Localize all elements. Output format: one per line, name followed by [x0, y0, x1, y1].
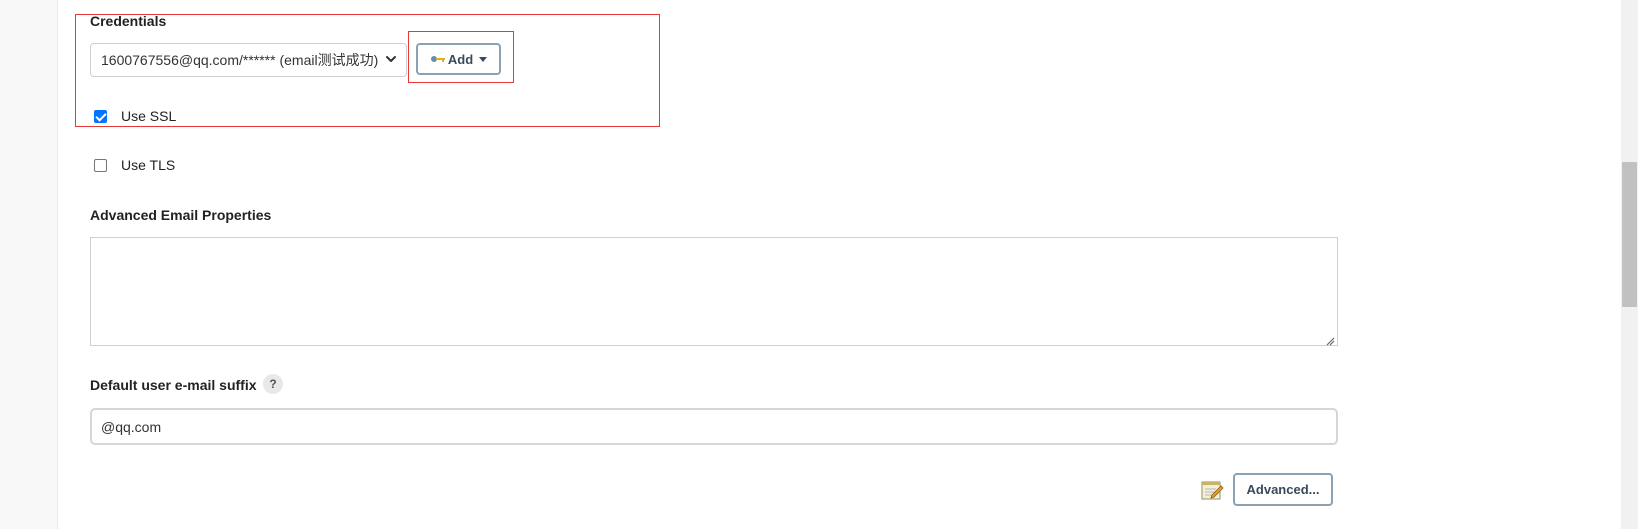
advanced-button[interactable]: Advanced... — [1233, 473, 1333, 506]
help-icon[interactable]: ? — [263, 374, 283, 394]
vertical-scrollbar[interactable] — [1621, 0, 1638, 529]
help-icon-symbol: ? — [269, 377, 277, 391]
use-ssl-label: Use SSL — [121, 108, 177, 124]
notepad-icon — [1200, 478, 1224, 502]
use-ssl-row[interactable]: Use SSL — [94, 108, 176, 124]
default-suffix-value: @qq.com — [101, 418, 162, 435]
add-button-highlight-box — [408, 31, 514, 83]
resize-handle-icon[interactable] — [1325, 333, 1335, 346]
default-suffix-label: Default user e-mail suffix — [90, 377, 257, 393]
use-tls-row[interactable]: Use TLS — [94, 157, 175, 173]
advanced-email-properties-label: Advanced Email Properties — [90, 207, 272, 223]
advanced-email-properties-textarea[interactable] — [90, 237, 1338, 346]
left-gutter — [0, 0, 58, 529]
use-tls-checkbox[interactable] — [94, 158, 107, 172]
default-suffix-input[interactable]: @qq.com — [90, 408, 1338, 445]
use-tls-label: Use TLS — [121, 157, 176, 173]
use-ssl-checkbox[interactable] — [94, 109, 107, 123]
email-config-page: Credentials 1600767556@qq.com/****** (em… — [0, 0, 1638, 529]
scrollbar-thumb[interactable] — [1622, 162, 1637, 307]
